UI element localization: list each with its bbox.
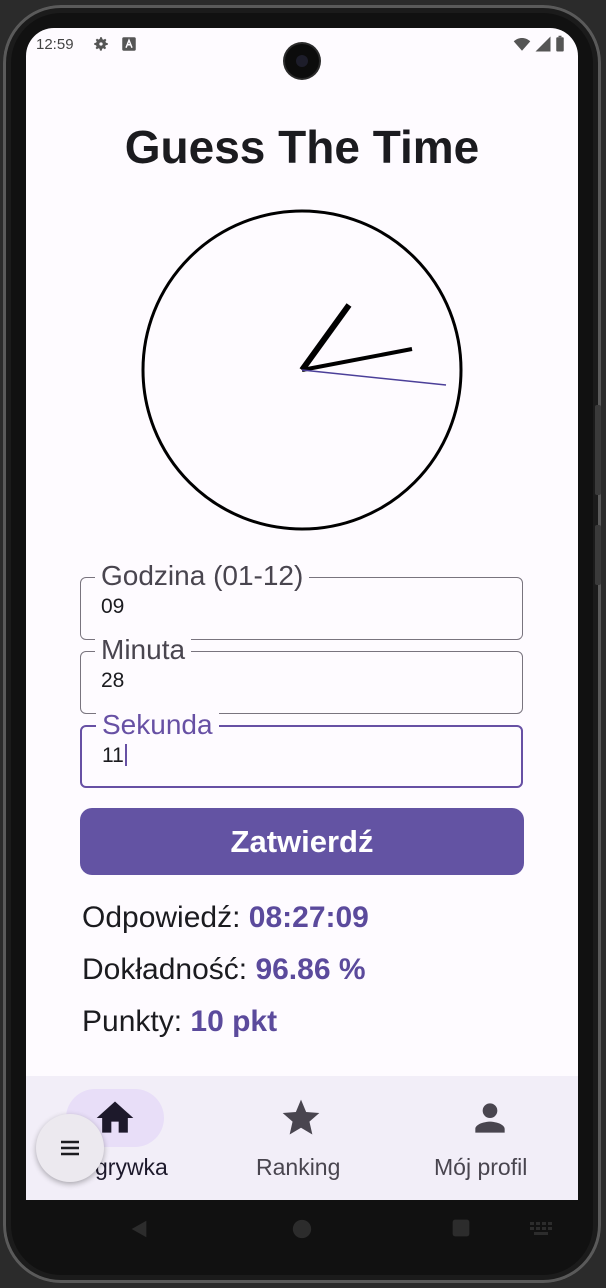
keyboard-icon[interactable] <box>530 1222 554 1236</box>
page-title: Guess The Time <box>124 121 480 173</box>
volume-button <box>595 405 601 495</box>
settings-icon <box>94 37 108 51</box>
minute-field[interactable]: Minuta 28 <box>80 635 523 714</box>
hour-field[interactable]: Godzina (01-12) 09 <box>80 561 523 640</box>
front-camera <box>285 44 319 78</box>
second-field[interactable]: Sekunda 11 <box>80 710 523 788</box>
hour-field-value[interactable]: 09 <box>101 595 124 619</box>
menu-fab[interactable] <box>36 1114 104 1182</box>
back-icon[interactable] <box>128 1218 150 1240</box>
menu-icon <box>61 1140 79 1156</box>
second-field-input[interactable]: 11 <box>102 744 127 768</box>
power-button <box>595 525 601 585</box>
analog-clock <box>141 209 463 531</box>
nav-item-ranking-label: Ranking <box>256 1154 341 1180</box>
status-time: 12:59 <box>36 36 74 53</box>
answer-row: Odpowiedź: 08:27:09 <box>82 901 369 935</box>
nav-item-ranking[interactable]: Ranking <box>210 1076 394 1200</box>
minute-field-value[interactable]: 28 <box>101 669 124 693</box>
points-value: 10 pkt <box>190 1005 278 1038</box>
hour-field-label: Godzina (01-12) <box>95 561 310 591</box>
nav-item-profile[interactable]: Mój profil <box>394 1076 578 1200</box>
bottom-navigation: grywka Ranking Mój profil <box>26 1076 578 1200</box>
second-field-label: Sekunda <box>96 710 219 740</box>
answer-value: 08:27:09 <box>248 901 369 934</box>
submit-button[interactable]: Zatwierdź <box>80 808 524 875</box>
accuracy-label: Dokładność: <box>82 953 248 986</box>
cell-signal-icon <box>535 36 551 52</box>
wifi-icon <box>513 38 531 51</box>
battery-icon <box>556 35 564 52</box>
person-icon <box>475 1103 505 1133</box>
points-row: Punkty: 10 pkt <box>82 1005 277 1039</box>
accuracy-row: Dokładność: 96.86 % <box>82 953 366 987</box>
accuracy-value: 96.86 % <box>255 953 366 986</box>
nav-item-game-label: grywka <box>95 1154 168 1180</box>
hour-hand <box>299 303 352 372</box>
answer-label: Odpowiedź: <box>82 901 241 934</box>
app-screen: 12:59 Guess The Time Godzina (01-12) 09 <box>26 28 578 1200</box>
star-icon <box>282 1099 320 1135</box>
second-field-value: 11 <box>102 744 124 767</box>
system-navigation-bar <box>26 1200 578 1260</box>
nav-item-profile-label: Mój profil <box>434 1154 528 1180</box>
minute-field-label: Minuta <box>95 635 192 665</box>
recents-icon[interactable] <box>451 1218 471 1238</box>
keyboard-a-icon <box>122 37 136 51</box>
text-cursor <box>124 744 127 766</box>
second-hand <box>301 369 447 386</box>
home-circle-icon[interactable] <box>291 1218 313 1240</box>
points-label: Punkty: <box>82 1005 183 1038</box>
